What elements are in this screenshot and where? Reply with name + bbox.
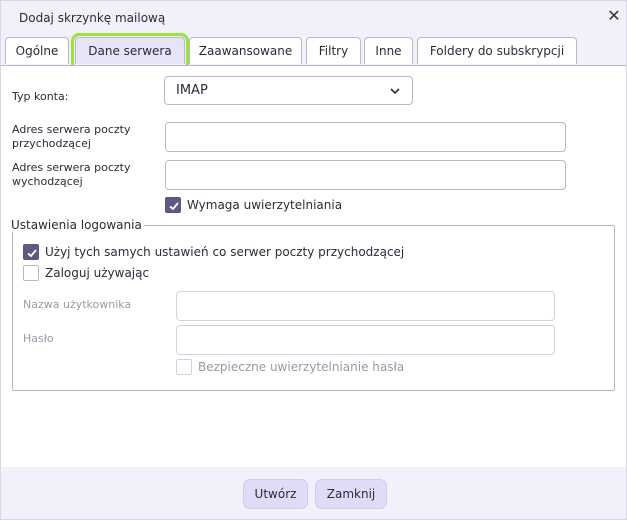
add-mailbox-dialog: Dodaj skrzynkę mailową ✕ Ogólne Dane ser… <box>0 0 627 520</box>
incoming-server-label-line1: Adres serwera poczty <box>12 123 131 136</box>
tab-advanced[interactable]: Zaawansowane <box>189 37 302 64</box>
secure-auth-checkbox[interactable] <box>176 359 192 375</box>
requires-auth-checkbox[interactable] <box>165 197 181 213</box>
tab-other[interactable]: Inne <box>364 37 413 64</box>
same-settings-checkbox[interactable] <box>23 244 39 260</box>
username-input[interactable] <box>176 291 555 321</box>
close-button[interactable]: Zamknij <box>315 479 387 509</box>
tab-subscription-folders[interactable]: Foldery do subskrypcji <box>417 37 577 64</box>
incoming-server-label-line2: przychodzącej <box>12 137 91 150</box>
password-input[interactable] <box>176 325 555 355</box>
username-label: Nazwa użytkownika <box>23 298 132 311</box>
password-label: Hasło <box>23 332 54 345</box>
login-using-checkbox[interactable] <box>23 265 39 281</box>
account-type-label: Typ konta: <box>12 90 69 103</box>
requires-auth-label: Wymaga uwierzytelniania <box>187 198 343 212</box>
tab-bar: Ogólne Dane serwera Zaawansowane Filtry … <box>1 33 626 68</box>
tab-server-data[interactable]: Dane serwera <box>71 33 189 68</box>
dialog-footer: Utwórz Zamknij <box>1 467 626 519</box>
title-bar: Dodaj skrzynkę mailową ✕ <box>1 1 626 34</box>
chevron-down-icon <box>390 88 400 95</box>
login-using-label: Zaloguj używając <box>45 266 150 280</box>
login-settings-legend: Ustawienia logowania <box>9 218 144 232</box>
close-icon[interactable]: ✕ <box>605 7 623 25</box>
outgoing-server-label-line1: Adres serwera poczty <box>12 161 131 174</box>
tab-filters[interactable]: Filtry <box>306 37 361 64</box>
check-icon <box>27 249 37 258</box>
account-type-select[interactable]: IMAP <box>164 76 413 105</box>
incoming-server-input[interactable] <box>165 122 566 152</box>
tab-general[interactable]: Ogólne <box>5 37 69 64</box>
check-icon <box>169 202 179 211</box>
account-type-value: IMAP <box>176 83 208 98</box>
secure-auth-label: Bezpieczne uwierzytelnianie hasła <box>198 360 405 374</box>
outgoing-server-label-line2: wychodzącej <box>12 175 83 188</box>
same-settings-label: Użyj tych samych ustawień co serwer pocz… <box>45 245 405 259</box>
create-button[interactable]: Utwórz <box>243 479 308 509</box>
outgoing-server-input[interactable] <box>165 160 566 190</box>
dialog-title: Dodaj skrzynkę mailową <box>19 11 166 25</box>
server-data-panel: Typ konta: IMAP Adres serwera poczty prz… <box>1 65 626 467</box>
